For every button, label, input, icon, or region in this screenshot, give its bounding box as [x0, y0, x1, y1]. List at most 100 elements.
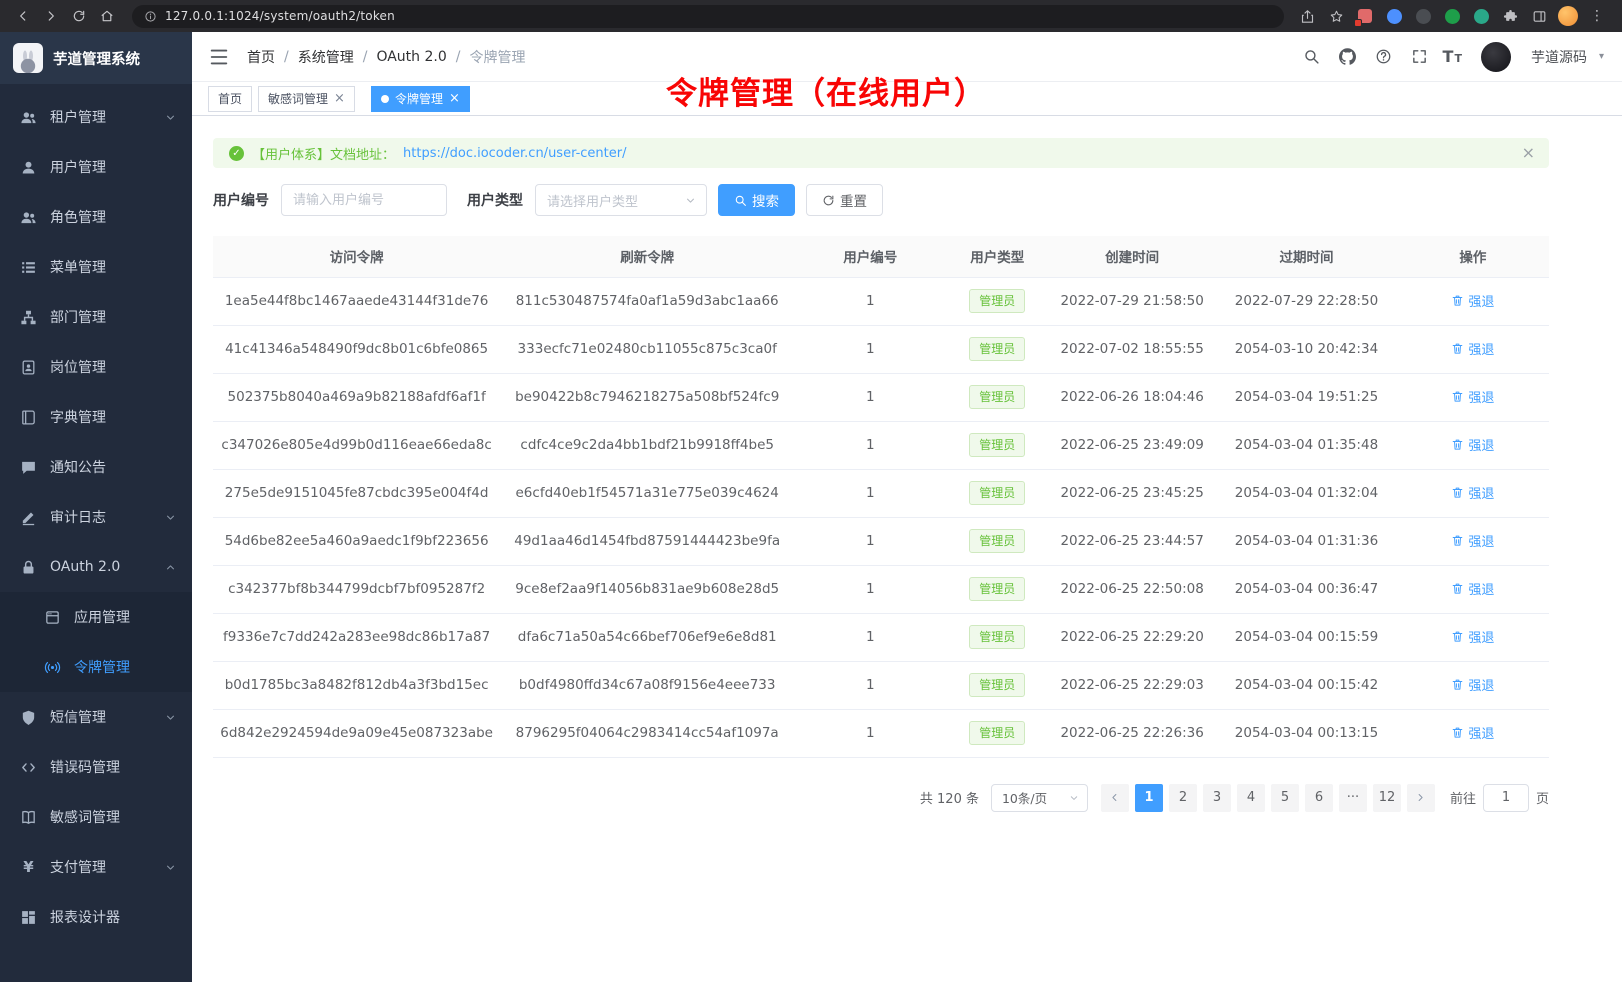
table-row: 275e5de9151045fe87cbdc395e004f4d e6cfd40… — [213, 469, 1549, 517]
sidebar-item-role-management[interactable]: 角色管理 — [0, 192, 192, 242]
force-logout-button[interactable]: 强退 — [1451, 435, 1494, 454]
user-avatar[interactable] — [1481, 42, 1511, 72]
sidebar-item-dept-management[interactable]: 部门管理 — [0, 292, 192, 342]
extension-icon-teal[interactable] — [1470, 5, 1492, 27]
force-logout-button[interactable]: 强退 — [1451, 483, 1494, 502]
page-button-2[interactable]: 2 — [1169, 784, 1197, 812]
site-info-icon[interactable] — [144, 10, 157, 23]
page-button-6[interactable]: 6 — [1305, 784, 1333, 812]
tab-sensitive-word[interactable]: 敏感词管理 × — [258, 86, 355, 112]
tab-close-icon[interactable]: × — [334, 92, 345, 105]
github-icon[interactable] — [1335, 44, 1360, 69]
search-icon[interactable] — [1299, 44, 1324, 69]
side-panel-icon[interactable] — [1528, 5, 1550, 27]
help-icon[interactable] — [1371, 44, 1396, 69]
extension-icon-red-badge[interactable] — [1354, 5, 1376, 27]
extension-icon-blue[interactable] — [1383, 5, 1405, 27]
force-logout-button[interactable]: 强退 — [1451, 723, 1494, 742]
users-icon — [20, 209, 37, 226]
tab-token-management[interactable]: 令牌管理 × — [371, 86, 470, 112]
app-logo-area[interactable]: 芋道管理系统 — [0, 32, 192, 84]
menu-fold-icon[interactable] — [208, 46, 230, 68]
page-button-5[interactable]: 5 — [1271, 784, 1299, 812]
app-window-icon — [44, 609, 61, 626]
doc-link[interactable]: https://doc.iocoder.cn/user-center/ — [403, 146, 626, 161]
next-page-button[interactable] — [1407, 784, 1435, 812]
search-button[interactable]: 搜索 — [718, 184, 795, 216]
force-logout-button[interactable]: 强退 — [1451, 579, 1494, 598]
browser-home-icon[interactable] — [94, 4, 120, 28]
cell-refresh-token: 8796295f04064c2983414cc54af1097a — [500, 709, 794, 757]
force-logout-button[interactable]: 强退 — [1451, 339, 1494, 358]
sidebar-item-dict-management[interactable]: 字典管理 — [0, 392, 192, 442]
user-name[interactable]: 芋道源码 — [1531, 47, 1587, 67]
more-pages-button[interactable]: ··· — [1339, 784, 1367, 812]
browser-menu-icon[interactable]: ⋮ — [1586, 5, 1608, 27]
force-logout-button[interactable]: 强退 — [1451, 531, 1494, 550]
sidebar-item-report-designer[interactable]: 报表设计器 — [0, 892, 192, 942]
sidebar-item-post-management[interactable]: 岗位管理 — [0, 342, 192, 392]
extension-icon-dark[interactable] — [1412, 5, 1434, 27]
fullscreen-icon[interactable] — [1407, 44, 1432, 69]
sidebar-item-error-code[interactable]: 错误码管理 — [0, 742, 192, 792]
sidebar-item-sms-management[interactable]: 短信管理 — [0, 692, 192, 742]
sidebar-item-sensitive-word[interactable]: 敏感词管理 — [0, 792, 192, 842]
breadcrumb-home[interactable]: 首页 — [247, 47, 275, 67]
browser-profile-avatar[interactable] — [1557, 5, 1579, 27]
page-button-3[interactable]: 3 — [1203, 784, 1231, 812]
cell-refresh-token: b0df4980ffd34c67a08f9156e4eee733 — [500, 661, 794, 709]
app-title: 芋道管理系统 — [53, 48, 140, 69]
bookmark-star-icon[interactable] — [1325, 5, 1347, 27]
list-icon — [20, 259, 37, 276]
open-book-icon — [20, 809, 37, 826]
force-logout-button[interactable]: 强退 — [1451, 675, 1494, 694]
force-logout-label: 强退 — [1468, 291, 1494, 310]
sidebar-item-audit-log[interactable]: 审计日志 — [0, 492, 192, 542]
goto-page-input[interactable] — [1483, 784, 1529, 812]
sidebar-item-token-management[interactable]: 令牌管理 — [0, 642, 192, 692]
sidebar-item-menu-management[interactable]: 菜单管理 — [0, 242, 192, 292]
force-logout-button[interactable]: 强退 — [1451, 387, 1494, 406]
cell-access-token: 502375b8040a469a9b82188afdf6af1f — [213, 373, 500, 421]
alert-close-icon[interactable]: × — [1522, 145, 1535, 161]
app-logo — [13, 43, 43, 73]
sidebar-item-app-management[interactable]: 应用管理 — [0, 592, 192, 642]
cell-actions: 强退 — [1397, 613, 1549, 661]
share-icon[interactable] — [1296, 5, 1318, 27]
sidebar-item-payment[interactable]: ¥ 支付管理 — [0, 842, 192, 892]
extension-icon-green[interactable] — [1441, 5, 1463, 27]
prev-page-button[interactable] — [1101, 784, 1129, 812]
page-size-select[interactable]: 10条/页 — [991, 784, 1088, 812]
cell-expire-time: 2054-03-04 01:32:04 — [1216, 469, 1396, 517]
breadcrumb-system[interactable]: 系统管理 — [298, 47, 354, 67]
page-button-12[interactable]: 12 — [1373, 784, 1401, 812]
sidebar-item-tenant-management[interactable]: 租户管理 — [0, 92, 192, 142]
browser-back-icon[interactable] — [10, 4, 36, 28]
reset-button[interactable]: 重置 — [806, 184, 883, 216]
cell-refresh-token: 49d1aa46d1454fbd87591444423be9fa — [500, 517, 794, 565]
force-logout-button[interactable]: 强退 — [1451, 627, 1494, 646]
sidebar-item-user-management[interactable]: 用户管理 — [0, 142, 192, 192]
caret-down-icon[interactable]: ▾ — [1599, 51, 1604, 62]
breadcrumb-oauth2[interactable]: OAuth 2.0 — [376, 49, 446, 65]
browser-reload-icon[interactable] — [66, 4, 92, 28]
page-button-1[interactable]: 1 — [1135, 784, 1163, 812]
force-logout-button[interactable]: 强退 — [1451, 291, 1494, 310]
tab-close-icon[interactable]: × — [449, 92, 460, 105]
cell-user-type: 管理员 — [946, 421, 1048, 469]
cell-actions: 强退 — [1397, 661, 1549, 709]
browser-address-bar[interactable]: 127.0.0.1:1024/system/oauth2/token — [132, 5, 1284, 28]
extensions-puzzle-icon[interactable] — [1499, 5, 1521, 27]
table-row: c347026e805e4d99b0d116eae66eda8c cdfc4ce… — [213, 421, 1549, 469]
cell-refresh-token: dfa6c71a50a54c66bef706ef9e6e8d81 — [500, 613, 794, 661]
trash-icon — [1451, 438, 1464, 451]
font-size-icon[interactable]: TT — [1443, 47, 1462, 66]
browser-forward-icon[interactable] — [38, 4, 64, 28]
user-id-input[interactable] — [281, 184, 447, 216]
user-type-badge: 管理员 — [969, 529, 1025, 553]
sidebar-item-notice[interactable]: 通知公告 — [0, 442, 192, 492]
user-type-select[interactable]: 请选择用户类型 — [535, 184, 707, 216]
page-button-4[interactable]: 4 — [1237, 784, 1265, 812]
sidebar-item-oauth2[interactable]: OAuth 2.0 — [0, 542, 192, 592]
tab-home[interactable]: 首页 — [208, 86, 252, 112]
